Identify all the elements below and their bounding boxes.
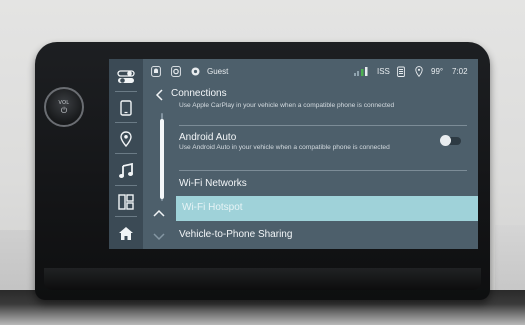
scroll-up-chevron-icon[interactable]: [152, 207, 166, 219]
volume-power-knob[interactable]: VOL ⏻: [44, 87, 84, 127]
location-icon: [415, 66, 423, 77]
page-title: Connections: [171, 88, 227, 99]
wifi-networks-title: Wi-Fi Networks: [179, 178, 247, 189]
nav-item-apps[interactable]: [109, 185, 143, 219]
profile-name[interactable]: Guest: [207, 67, 228, 76]
connections-page: Connections Use Apple CarPlay in your ve…: [143, 86, 478, 249]
list-item-vehicle-to-phone-sharing[interactable]: Vehicle-to-Phone Sharing: [179, 229, 467, 241]
location-pin-icon: [120, 131, 132, 147]
nav-item-navigation[interactable]: [109, 122, 143, 156]
row-divider: [179, 125, 467, 126]
grid-icon: [118, 194, 134, 210]
profile-icon[interactable]: [191, 67, 200, 76]
phone-battery-icon: [397, 66, 405, 77]
bell-icon[interactable]: [151, 66, 161, 77]
list-item-wifi-networks[interactable]: Wi-Fi Networks: [179, 178, 467, 190]
phone-icon: [120, 100, 132, 116]
nav-rail: [109, 59, 143, 249]
android-auto-toggle[interactable]: [440, 135, 461, 146]
back-chevron-icon[interactable]: [153, 88, 167, 102]
nav-item-phone[interactable]: [109, 91, 143, 125]
scrollbar-thumb[interactable]: [160, 119, 164, 199]
power-icon: ⏻: [60, 105, 68, 115]
nav-item-settings[interactable]: [109, 60, 143, 94]
toggle-icon: [117, 70, 135, 83]
clock: 7:02: [452, 67, 468, 76]
toggle-knob: [440, 135, 451, 146]
nav-item-home[interactable]: [109, 216, 143, 249]
signal-icon: [354, 67, 368, 76]
row-divider: [179, 170, 467, 171]
nav-item-audio[interactable]: [109, 154, 143, 188]
list-item-wifi-hotspot[interactable]: Wi-Fi Hotspot: [176, 196, 478, 221]
temperature: 99°: [431, 67, 444, 76]
wifi-hotspot-title: Wi-Fi Hotspot: [182, 202, 243, 213]
gear-icon[interactable]: [171, 66, 181, 77]
carplay-description: Use Apple CarPlay in your vehicle when a…: [179, 102, 395, 109]
music-note-icon: [119, 163, 133, 178]
android-auto-description: Use Android Auto in your vehicle when a …: [179, 144, 390, 151]
station-label: ISS: [377, 67, 390, 76]
infotainment-screen: Guest ISS 99° 7:02 Connections Use Apple…: [109, 59, 478, 249]
android-auto-title: Android Auto: [179, 132, 237, 143]
vehicle-phone-sharing-title: Vehicle-to-Phone Sharing: [179, 229, 293, 240]
list-item-android-auto[interactable]: Android Auto Use Android Auto in your ve…: [179, 132, 467, 152]
scroll-down-chevron-icon[interactable]: [152, 231, 166, 243]
home-icon: [119, 226, 133, 240]
status-bar: Guest ISS 99° 7:02: [143, 59, 478, 86]
list-item-apple-carplay[interactable]: Use Apple CarPlay in your vehicle when a…: [179, 102, 467, 110]
bezel-lip: [44, 268, 481, 290]
